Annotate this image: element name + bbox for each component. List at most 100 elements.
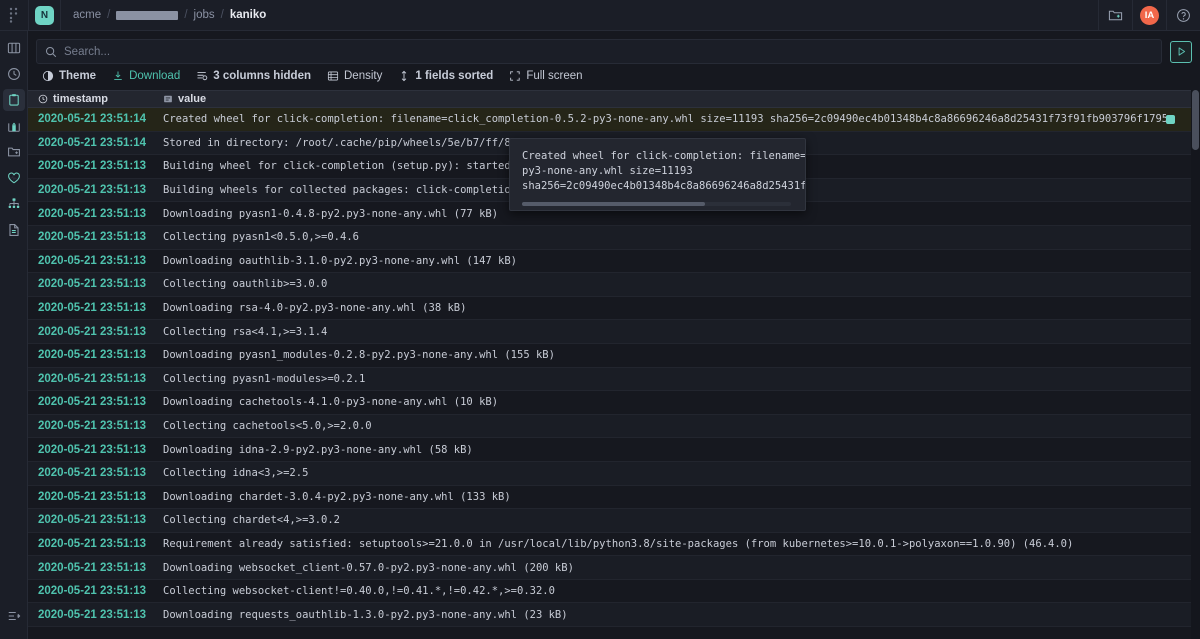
- table-row[interactable]: 2020-05-21 23:51:13 Downloading pyasn1_mo…: [28, 344, 1200, 368]
- column-header-value-label: value: [178, 93, 207, 105]
- logo-letter: N: [35, 5, 54, 25]
- user-avatar[interactable]: IA: [1132, 0, 1166, 31]
- table-row[interactable]: 2020-05-21 23:51:13 Collecting websocket-…: [28, 580, 1200, 604]
- sidebar-item-history[interactable]: [3, 63, 25, 85]
- text-field-icon: [163, 94, 173, 104]
- tooltip-hscrollbar[interactable]: [522, 202, 791, 206]
- table-row[interactable]: 2020-05-21 23:51:13 Collecting pyasn1-mod…: [28, 367, 1200, 392]
- sidebar-item-charts[interactable]: [3, 115, 25, 137]
- cell-value[interactable]: Downloading websocket_client-0.57.0-py2.…: [153, 562, 1200, 574]
- cell-timestamp: 2020-05-21 23:51:13: [38, 608, 147, 621]
- cell-value[interactable]: Collecting pyasn1-modules>=0.2.1: [153, 373, 1200, 385]
- help-circle-icon[interactable]: [1166, 0, 1200, 31]
- sidebar-item-panel-layout[interactable]: [3, 37, 25, 59]
- sidebar-item-files[interactable]: [3, 219, 25, 241]
- table-row[interactable]: 2020-05-21 23:51:13 Collecting rsa<4.1,>=…: [28, 320, 1200, 344]
- sidebar-item-lineage[interactable]: [3, 193, 25, 215]
- cell-value[interactable]: Created wheel for click-completion: file…: [153, 113, 1166, 125]
- toolbar-density-button[interactable]: Density: [327, 70, 382, 82]
- clock-icon: [38, 94, 48, 104]
- toolbar-density-label: Density: [344, 70, 383, 82]
- half-circle-icon: [42, 70, 54, 82]
- cell-value[interactable]: Downloading chardet-3.0.4-py2.py3-none-a…: [153, 491, 1200, 503]
- breadcrumb-item-org[interactable]: acme: [73, 9, 101, 21]
- column-header-timestamp[interactable]: timestamp: [28, 90, 153, 108]
- cell-timestamp: 2020-05-21 23:51:13: [38, 160, 147, 173]
- avatar-initials: IA: [1140, 5, 1159, 25]
- table-row[interactable]: 2020-05-21 23:51:14 Created wheel for cli…: [28, 108, 1200, 132]
- toolbar-theme-label: Theme: [59, 70, 97, 82]
- tooltip-scrollbar-thumb[interactable]: [522, 202, 705, 206]
- column-header-value[interactable]: value: [153, 90, 1200, 108]
- sidebar-item-logs[interactable]: [2, 89, 25, 111]
- cell-value[interactable]: Collecting idna<3,>=2.5: [153, 467, 1200, 479]
- table-toolbar: Theme Download 3 columns hidden Density …: [28, 70, 1200, 90]
- search-icon: [45, 46, 57, 58]
- row-status-flag: [1166, 114, 1175, 124]
- table-row[interactable]: 2020-05-21 23:51:13 Collecting idna<3,>=2…: [28, 461, 1200, 486]
- table-row[interactable]: 2020-05-21 23:51:13 Downloading cachetool…: [28, 391, 1200, 415]
- table-row[interactable]: 2020-05-21 23:51:13 Downloading chardet-3…: [28, 486, 1200, 510]
- table-row[interactable]: 2020-05-21 23:51:13 Collecting pyasn1<0.5…: [28, 225, 1200, 250]
- cell-timestamp: 2020-05-21 23:51:13: [38, 514, 147, 527]
- left-sidebar: [0, 31, 28, 639]
- cell-value[interactable]: Downloading idna-2.9-py2.py3-none-any.wh…: [153, 444, 1200, 456]
- app-logo[interactable]: N: [28, 0, 60, 31]
- cell-value[interactable]: Downloading rsa-4.0-py2.py3-none-any.whl…: [153, 302, 1200, 314]
- toolbar-fullscreen-label: Full screen: [526, 70, 583, 82]
- download-icon: [112, 70, 124, 82]
- toolbar-theme-button[interactable]: Theme: [42, 70, 96, 82]
- toolbar-download-button[interactable]: Download: [112, 70, 180, 82]
- tooltip-line: sha256=2c09490ec4b01348b4c8a86696246a8d2…: [522, 180, 805, 192]
- toolbar-fields-sorted-button[interactable]: 1 fields sorted: [398, 70, 493, 82]
- table-row[interactable]: 2020-05-21 23:51:13 Downloading oauthlib-…: [28, 250, 1200, 274]
- cell-timestamp: 2020-05-21 23:51:14: [38, 113, 147, 126]
- sidebar-item-health[interactable]: [3, 167, 25, 189]
- cell-value[interactable]: Downloading pyasn1_modules-0.2.8-py2.py3…: [153, 349, 1200, 361]
- toolbar-fullscreen-button[interactable]: Full screen: [509, 70, 583, 82]
- cell-timestamp: 2020-05-21 23:51:13: [38, 490, 147, 503]
- cell-value[interactable]: Collecting websocket-client!=0.40.0,!=0.…: [153, 585, 1200, 597]
- toolbar-columns-hidden-button[interactable]: 3 columns hidden: [196, 70, 311, 82]
- search-input[interactable]: [64, 45, 1153, 58]
- cell-value[interactable]: Collecting rsa<4.1,>=3.1.4: [153, 326, 1200, 338]
- cell-value[interactable]: Downloading requests_oauthlib-1.3.0-py2.…: [153, 609, 1200, 621]
- breadcrumb-item-jobs[interactable]: jobs: [194, 9, 215, 21]
- top-bar-actions: IA: [1098, 0, 1200, 31]
- drag-handle-icon[interactable]: [0, 0, 28, 31]
- cell-value[interactable]: Collecting oauthlib>=3.0.0: [153, 278, 1200, 290]
- scrollbar-thumb[interactable]: [1192, 90, 1199, 150]
- table-row[interactable]: 2020-05-21 23:51:13 Downloading websocket…: [28, 556, 1200, 580]
- cell-value-tooltip: Created wheel for click-completion: file…: [509, 138, 806, 211]
- cell-timestamp: 2020-05-21 23:51:13: [38, 254, 147, 267]
- table-row[interactable]: 2020-05-21 23:51:13 Collecting oauthlib>=…: [28, 273, 1200, 297]
- cell-value[interactable]: Collecting cachetools<5.0,>=2.0.0: [153, 420, 1200, 432]
- table-row[interactable]: 2020-05-21 23:51:13 Collecting cachetools…: [28, 414, 1200, 439]
- table-row[interactable]: 2020-05-21 23:51:13 Requirement already s…: [28, 533, 1200, 557]
- cell-timestamp: 2020-05-21 23:51:13: [38, 561, 147, 574]
- vertical-scrollbar[interactable]: [1191, 90, 1200, 639]
- table-row[interactable]: 2020-05-21 23:51:13 Collecting chardet<4,…: [28, 509, 1200, 533]
- breadcrumb-item-kaniko[interactable]: kaniko: [230, 9, 266, 21]
- sort-icon: [398, 70, 410, 82]
- collapse-sidebar-button[interactable]: [3, 605, 25, 627]
- cell-timestamp: 2020-05-21 23:51:13: [38, 372, 147, 385]
- cell-value[interactable]: Collecting chardet<4,>=3.0.2: [153, 514, 1200, 526]
- table-row[interactable]: 2020-05-21 23:51:13 Downloading rsa-4.0-p…: [28, 297, 1200, 321]
- table-row[interactable]: 2020-05-21 23:51:13 Downloading requests_…: [28, 603, 1200, 628]
- cell-timestamp: 2020-05-21 23:51:13: [38, 349, 147, 362]
- main-content: Theme Download 3 columns hidden: [28, 31, 1200, 639]
- cell-value[interactable]: Downloading cachetools-4.1.0-py3-none-an…: [153, 396, 1200, 408]
- toolbar-columns-hidden-label: 3 columns hidden: [213, 70, 311, 82]
- cell-value[interactable]: Collecting pyasn1<0.5.0,>=0.4.6: [153, 231, 1200, 243]
- table-row[interactable]: 2020-05-21 23:51:13 Downloading idna-2.9-…: [28, 438, 1200, 462]
- cell-value[interactable]: Downloading oauthlib-3.1.0-py2.py3-none-…: [153, 255, 1200, 267]
- folder-add-icon[interactable]: [1098, 0, 1132, 31]
- cell-timestamp: 2020-05-21 23:51:13: [38, 420, 147, 433]
- cell-timestamp: 2020-05-21 23:51:13: [38, 537, 147, 550]
- search-box[interactable]: [36, 39, 1162, 64]
- cell-value[interactable]: Requirement already satisfied: setuptool…: [153, 538, 1200, 550]
- breadcrumb-item-redacted[interactable]: [116, 10, 179, 20]
- sidebar-item-artifacts[interactable]: [3, 141, 25, 163]
- run-query-button[interactable]: [1170, 40, 1192, 63]
